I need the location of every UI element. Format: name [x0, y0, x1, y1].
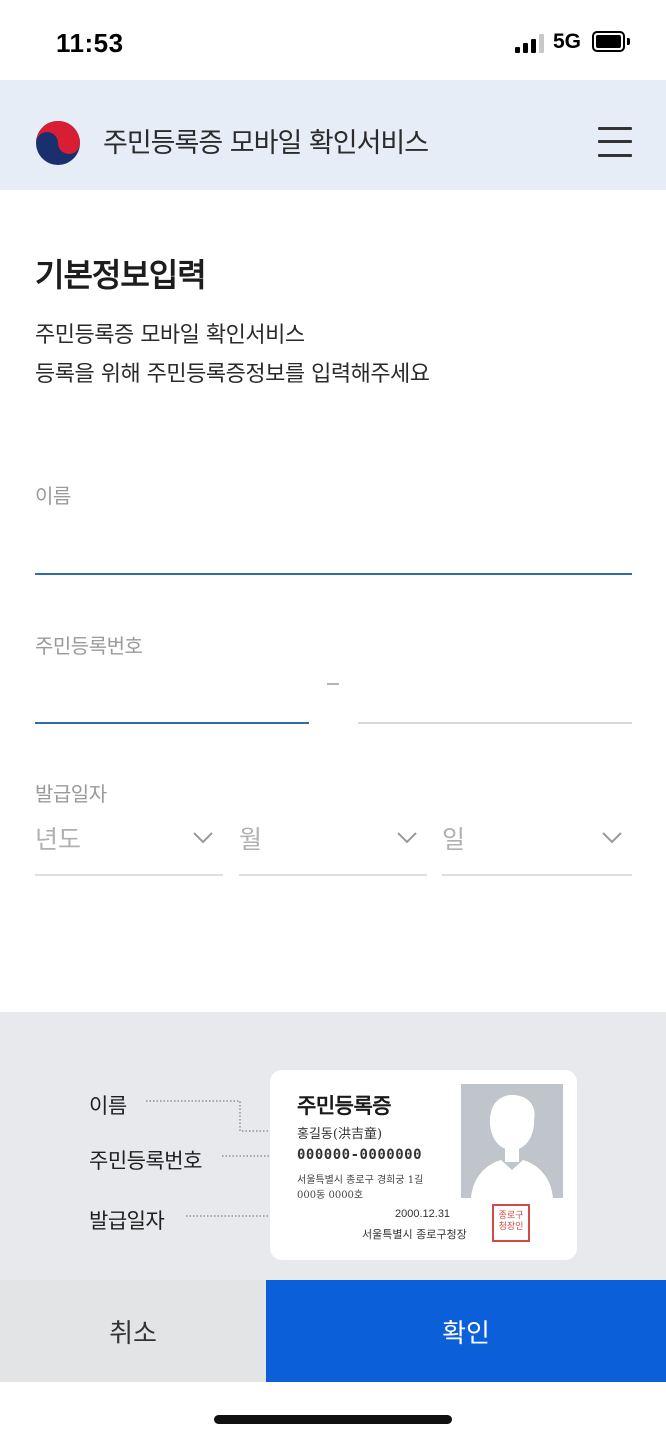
guide-name-label: 이름 — [89, 1094, 127, 1118]
page-title: 기본정보입력 — [35, 256, 207, 294]
name-input[interactable] — [35, 525, 632, 569]
hamburger-menu-button[interactable] — [598, 127, 632, 157]
menu-bar-icon — [598, 140, 632, 143]
confirm-button[interactable]: 확인 — [266, 1280, 666, 1382]
id-card-guide-panel: 이름 주민등록번호 발급일자 주민등록증 홍길동(洪吉童) 000000-000… — [0, 1012, 666, 1280]
rrn-front-input[interactable] — [35, 675, 309, 719]
name-label: 이름 — [35, 484, 71, 508]
day-select-label: 일 — [442, 825, 466, 854]
issue-date-label: 발급일자 — [35, 782, 107, 806]
status-bar: 11:53 5G — [0, 0, 666, 80]
rrn-front-underline — [35, 722, 309, 724]
cancel-button[interactable]: 취소 — [0, 1280, 266, 1382]
name-underline — [35, 573, 632, 575]
guide-rrn-label: 주민등록번호 — [89, 1149, 202, 1173]
app-title: 주민등록증 모바일 확인서비스 — [103, 128, 429, 159]
chevron-down-icon — [193, 832, 213, 844]
day-select[interactable]: 일 — [442, 808, 632, 876]
card-address: 서울특별시 종로구 경희궁 1길 000동 0000호 — [297, 1173, 423, 1203]
status-time: 11:53 — [56, 28, 124, 58]
menu-bar-icon — [598, 127, 632, 130]
card-name: 홍길동(洪吉童) — [297, 1127, 383, 1142]
day-underline — [442, 874, 632, 876]
network-type: 5G — [553, 30, 582, 53]
menu-bar-icon — [598, 154, 632, 157]
seal-stamp-icon: 종로구 청장인 — [492, 1204, 530, 1242]
month-select[interactable]: 월 — [239, 808, 427, 876]
cellular-signal-icon — [515, 33, 545, 53]
year-select[interactable]: 년도 — [35, 808, 223, 876]
rrn-back-underline — [358, 722, 632, 724]
card-issuer: 서울특별시 종로구청장 — [362, 1228, 467, 1241]
card-title: 주민등록증 — [297, 1094, 392, 1118]
card-rrn: 000000-0000000 — [297, 1147, 423, 1163]
stamp-line: 청장인 — [498, 1222, 524, 1232]
sample-id-card: 주민등록증 홍길동(洪吉童) 000000-0000000 서울특별시 종로구 … — [270, 1070, 577, 1260]
year-select-label: 년도 — [35, 825, 82, 854]
rrn-back-input[interactable] — [358, 675, 632, 719]
korea-government-emblem-icon — [36, 121, 80, 165]
chevron-down-icon — [602, 832, 622, 844]
guide-issue-date-label: 발급일자 — [89, 1209, 165, 1233]
battery-icon — [592, 31, 630, 52]
app-header: 주민등록증 모바일 확인서비스 — [0, 80, 666, 190]
card-address-line: 서울특별시 종로구 경희궁 1길 — [297, 1175, 424, 1186]
year-underline — [35, 874, 223, 876]
card-address-line: 000동 0000호 — [297, 1190, 364, 1201]
home-indicator[interactable] — [214, 1415, 452, 1424]
rrn-separator — [327, 683, 339, 685]
person-silhouette-icon — [461, 1084, 563, 1198]
rrn-label: 주민등록번호 — [35, 634, 143, 658]
card-issue-date: 2000.12.31 — [395, 1208, 451, 1220]
stamp-line: 종로구 — [498, 1211, 524, 1221]
month-underline — [239, 874, 427, 876]
month-select-label: 월 — [239, 825, 263, 854]
description-line: 주민등록증 모바일 확인서비스 — [35, 323, 305, 348]
page-description: 주민등록증 모바일 확인서비스 등록을 위해 주민등록증정보를 입력해주세요 — [35, 316, 430, 394]
chevron-down-icon — [397, 832, 417, 844]
description-line: 등록을 위해 주민등록증정보를 입력해주세요 — [35, 362, 430, 387]
